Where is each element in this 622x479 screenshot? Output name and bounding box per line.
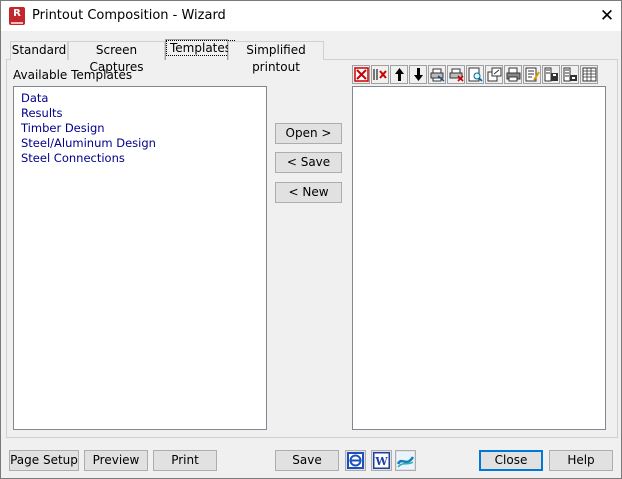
template-item-steel-connections[interactable]: Steel Connections: [14, 151, 156, 166]
title-bar: R Printout Composition - Wizard ✕: [1, 1, 621, 31]
save-button[interactable]: Save: [275, 450, 339, 471]
close-button[interactable]: Close: [479, 450, 543, 471]
html-export-icon[interactable]: [345, 450, 366, 471]
tab-screen-captures[interactable]: Screen Captures: [68, 41, 165, 74]
page-save-icon[interactable]: [542, 65, 560, 84]
app-icon: R: [9, 7, 25, 25]
tab-templates-label: Templates: [166, 40, 236, 56]
tab-standard-label: Standard: [11, 43, 67, 57]
wizard-window: R Printout Composition - Wizard ✕ Standa…: [0, 0, 622, 479]
tab-simplified-printout[interactable]: Simplified printout: [228, 41, 324, 74]
available-templates-label: Available Templates: [13, 68, 133, 82]
export-icon[interactable]: [485, 65, 503, 84]
app-icon-letter: R: [13, 8, 21, 19]
delete-icon[interactable]: [352, 65, 370, 84]
template-item-results[interactable]: Results: [14, 106, 156, 121]
print-icon[interactable]: [428, 65, 446, 84]
tab-simplified-printout-label: Simplified printout: [246, 43, 306, 74]
table-icon[interactable]: [580, 65, 598, 84]
template-item-data[interactable]: Data: [14, 91, 156, 106]
page-setup-button[interactable]: Page Setup: [9, 450, 79, 471]
template-item-timber-design[interactable]: Timber Design: [14, 121, 156, 136]
page-layout-icon[interactable]: [561, 65, 579, 84]
printout-composition-list[interactable]: [352, 86, 606, 430]
move-down-icon[interactable]: [409, 65, 427, 84]
tab-templates[interactable]: Templates: [165, 39, 236, 60]
word-export-icon[interactable]: W: [371, 450, 392, 471]
template-item-steel-aluminum-design[interactable]: Steel/Aluminum Design: [14, 136, 156, 151]
printer-icon[interactable]: [504, 65, 522, 84]
new-template-button[interactable]: < New: [275, 182, 342, 203]
available-templates-list[interactable]: Data Results Timber Design Steel/Aluminu…: [13, 86, 267, 430]
print-button[interactable]: Print: [153, 450, 217, 471]
other-export-icon[interactable]: [395, 450, 416, 471]
tab-standard[interactable]: Standard: [10, 41, 68, 60]
move-up-icon[interactable]: [390, 65, 408, 84]
window-title: Printout Composition - Wizard: [32, 8, 226, 23]
print-delete-icon[interactable]: [447, 65, 465, 84]
preview-button[interactable]: Preview: [84, 450, 148, 471]
delete-all-icon[interactable]: [371, 65, 389, 84]
preview-icon[interactable]: [466, 65, 484, 84]
close-window-icon[interactable]: ✕: [597, 6, 617, 26]
open-button[interactable]: Open >: [275, 123, 342, 144]
save-template-button[interactable]: < Save: [275, 152, 342, 173]
page-edit-icon[interactable]: [523, 65, 541, 84]
help-button[interactable]: Help: [549, 450, 613, 471]
svg-text:W: W: [374, 455, 388, 468]
